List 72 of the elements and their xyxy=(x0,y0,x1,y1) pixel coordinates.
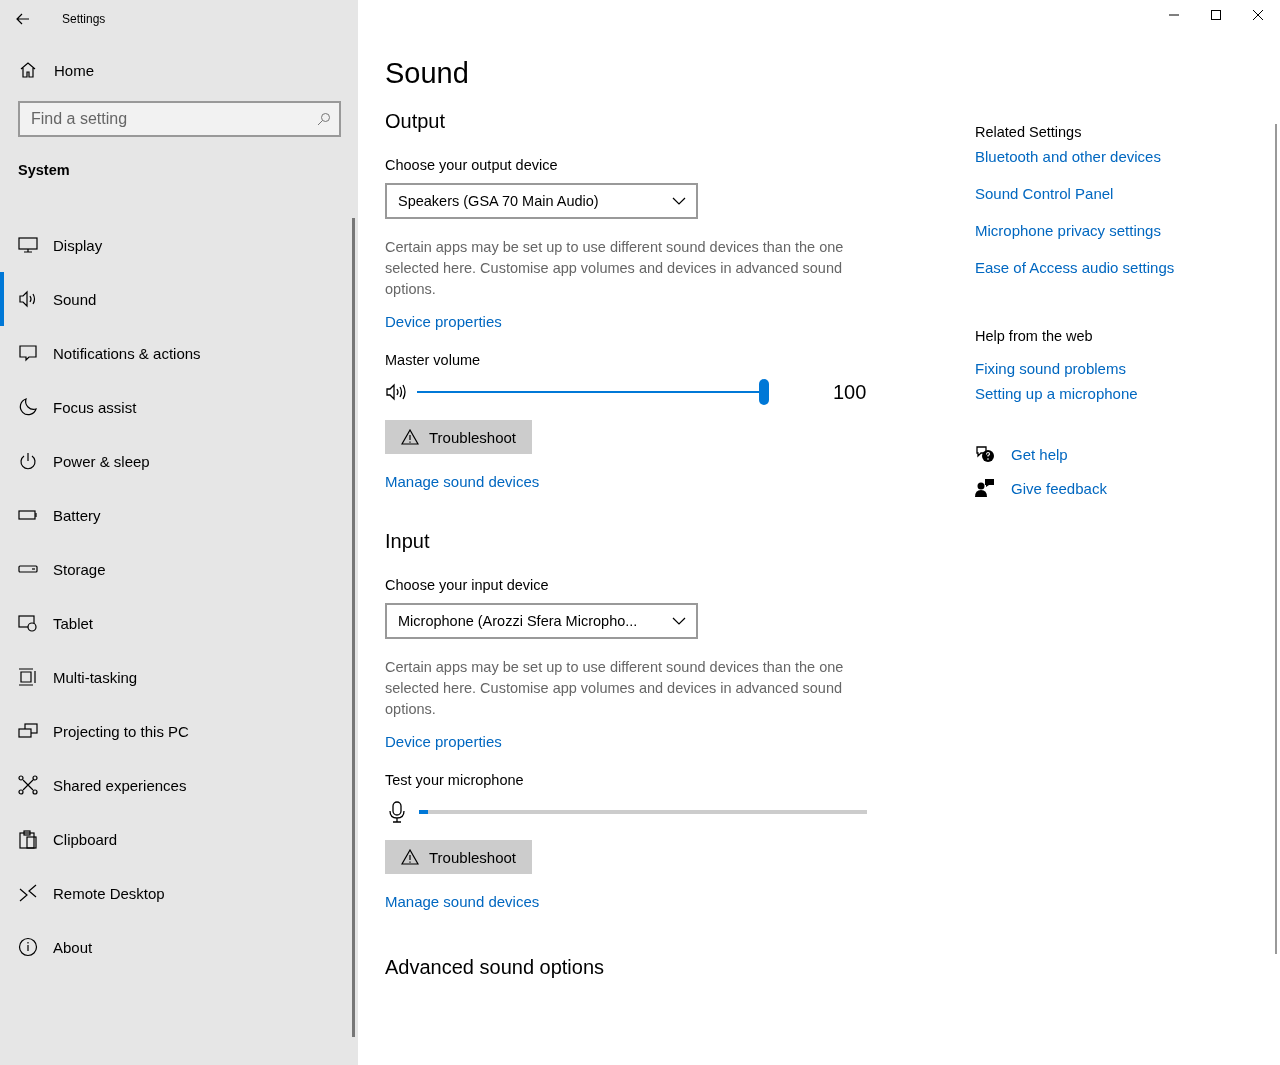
field-label: Test your microphone xyxy=(385,772,525,788)
moon-icon xyxy=(18,397,38,417)
search-field[interactable]: Find a setting xyxy=(18,101,341,137)
field-label: Master volume xyxy=(385,352,482,368)
home-icon xyxy=(19,61,37,79)
section-heading: Input xyxy=(385,530,431,553)
volume-slider[interactable] xyxy=(417,379,769,405)
feedback-person-icon xyxy=(975,478,995,498)
sidebar-item[interactable]: Multi-tasking xyxy=(0,650,352,704)
warning-icon xyxy=(401,849,419,865)
page-title: Sound xyxy=(385,57,470,90)
troubleshoot-button[interactable]: Troubleshoot xyxy=(385,420,532,454)
section-heading: Output xyxy=(385,110,447,133)
chevron-down-icon xyxy=(672,617,686,625)
related-link[interactable]: Ease of Access audio settings xyxy=(975,259,1265,276)
sidebar-item[interactable]: About xyxy=(0,920,352,974)
sidebar-item[interactable]: Clipboard xyxy=(0,812,352,866)
section-heading: Advanced sound options xyxy=(385,956,606,979)
power-icon xyxy=(18,451,38,471)
help-link[interactable]: Setting up a microphone xyxy=(975,385,1265,402)
sidebar-item[interactable]: Notifications & actions xyxy=(0,326,352,380)
support-link[interactable]: Give feedback xyxy=(1011,479,1107,497)
speaker-icon xyxy=(18,289,38,309)
monitor-icon xyxy=(18,235,38,255)
message-icon xyxy=(18,343,38,363)
sidebar-item[interactable]: Focus assist xyxy=(0,380,352,434)
window-title: Settings xyxy=(62,12,106,26)
manage-devices-link[interactable]: Manage sound devices xyxy=(385,893,905,910)
sidebar-item[interactable]: Display xyxy=(0,218,352,272)
related-link[interactable]: Microphone privacy settings xyxy=(975,222,1265,239)
search-icon xyxy=(317,112,331,126)
help-heading: Help from the web xyxy=(975,328,1094,344)
description-text: Certain apps may be set up to use different sound devices than the one selected here. Customise app volumes and devices in advanced sound options. xyxy=(385,658,845,719)
remote-icon xyxy=(18,883,38,903)
sidebar-item[interactable]: Tablet xyxy=(0,596,352,650)
network-icon xyxy=(18,775,38,795)
sidebar-item[interactable]: Power & sleep xyxy=(0,434,352,488)
description-text: Certain apps may be set up to use different sound devices than the one selected here. Customise app volumes and devices in advanced sound options. xyxy=(385,238,845,299)
home-link[interactable]: Home xyxy=(0,38,358,79)
help-link[interactable]: Fixing sound problems xyxy=(975,360,1265,377)
multitasking-icon xyxy=(18,667,38,687)
slider-thumb[interactable] xyxy=(759,379,769,405)
chevron-down-icon xyxy=(672,197,686,205)
device-properties-link[interactable]: Device properties xyxy=(385,733,905,750)
sidebar-item[interactable]: Projecting to this PC xyxy=(0,704,352,758)
manage-devices-link[interactable]: Manage sound devices xyxy=(385,473,905,490)
projector-icon xyxy=(18,721,38,741)
sidebar-item[interactable]: Remote Desktop xyxy=(0,866,352,920)
device-dropdown[interactable]: Speakers (GSA 70 Main Audio) xyxy=(385,183,698,219)
related-link[interactable]: Bluetooth and other devices xyxy=(975,148,1265,165)
sidebar-item[interactable]: Storage xyxy=(0,542,352,596)
info-icon xyxy=(18,937,38,957)
device-properties-link[interactable]: Device properties xyxy=(385,313,905,330)
help-chat-icon xyxy=(975,444,995,464)
troubleshoot-button[interactable]: Troubleshoot xyxy=(385,840,532,874)
clipboard-icon xyxy=(18,829,38,849)
sidebar-item[interactable]: Shared experiences xyxy=(0,758,352,812)
section-heading: System xyxy=(17,161,71,178)
speaker-icon[interactable] xyxy=(385,382,409,402)
related-heading: Related Settings xyxy=(975,124,1083,140)
back-arrow-icon[interactable] xyxy=(16,13,30,25)
field-label: Choose your input device xyxy=(385,577,550,593)
close-icon[interactable] xyxy=(1252,9,1264,21)
device-dropdown[interactable]: Microphone (Arozzi Sfera Micropho... xyxy=(385,603,698,639)
maximize-icon[interactable] xyxy=(1210,9,1222,21)
volume-reading: 100 xyxy=(833,380,867,404)
sidebar-item[interactable]: Battery xyxy=(0,488,352,542)
related-link[interactable]: Sound Control Panel xyxy=(975,185,1265,202)
field-label: Choose your output device xyxy=(385,157,559,173)
tablet-icon xyxy=(18,613,38,633)
warning-icon xyxy=(401,429,419,445)
support-link[interactable]: Get help xyxy=(1011,445,1068,463)
